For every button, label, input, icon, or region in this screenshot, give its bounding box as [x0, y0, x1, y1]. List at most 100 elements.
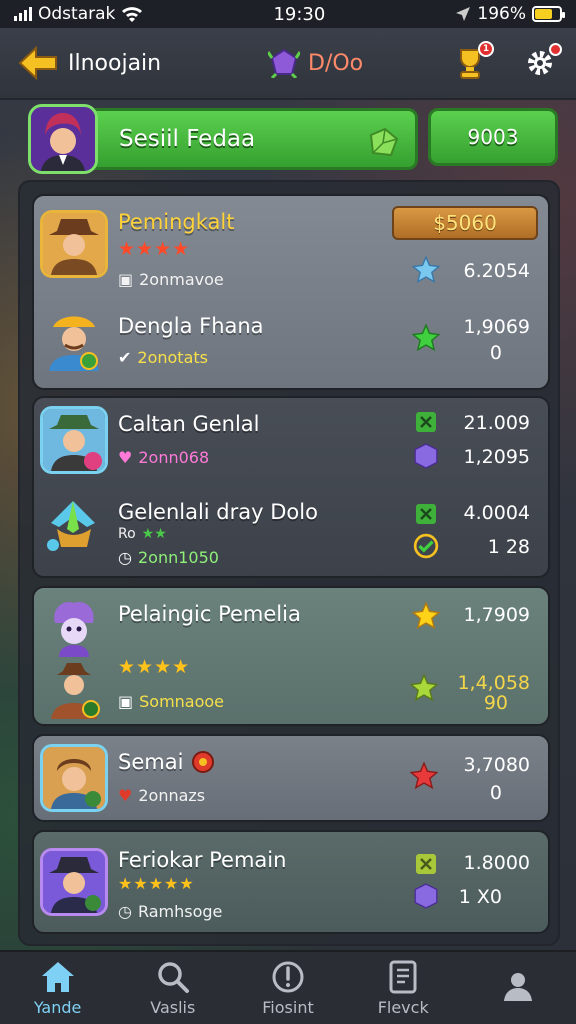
leaderboard-card: Semai ♥ 2onnazs 3,7080 0	[32, 734, 550, 822]
avatar	[40, 654, 108, 722]
header: Ilnoojain D/Oo 1	[0, 28, 576, 100]
leaderboard-card: Pelaingic Pemelia 1,7909 ★★★★ ▣ Somnaooe…	[32, 586, 550, 726]
green-square-icon	[412, 500, 440, 528]
nav-item-profile[interactable]	[461, 952, 576, 1024]
banner-bar: Sesiil Fedaa	[52, 108, 418, 170]
clock-icon: ◷	[118, 902, 132, 921]
profile-icon	[504, 973, 533, 1001]
settings-button[interactable]	[520, 43, 562, 83]
row-value: 1,7909	[463, 604, 530, 626]
nav-item-home[interactable]: Yande	[0, 952, 115, 1024]
currency-value: D/Oo	[308, 50, 364, 76]
card-icon: ▣	[118, 692, 134, 711]
avatar	[40, 490, 108, 558]
check-circle-icon	[412, 532, 440, 560]
notification-badge: 1	[478, 41, 494, 57]
notification-badge	[549, 43, 562, 56]
lime-star-icon	[410, 673, 438, 702]
carrier-label: Odstarak	[38, 4, 116, 24]
back-button[interactable]	[16, 43, 60, 83]
row-value-secondary: 1 X0	[458, 886, 502, 908]
list-item[interactable]: Semai ♥ 2onnazs 3,7080 0	[34, 736, 548, 824]
player-subtitle: ▣ Somnaooe	[118, 692, 225, 711]
green-gem-icon	[369, 127, 399, 157]
player-tag: Ro ★★	[118, 526, 167, 542]
purple-cube-icon	[412, 442, 440, 470]
nav-item-documents[interactable]: Flevck	[346, 952, 461, 1024]
row-value-secondary: 0	[489, 342, 502, 364]
player-name: Sesiil Fedaa	[119, 126, 256, 152]
player-subtitle: ♥ 2onnazs	[118, 786, 206, 805]
list-item[interactable]: Feriokar Pemain ★★★★★ ◷ Ramhsoge 1.8000 …	[34, 832, 548, 936]
avatar	[40, 848, 108, 916]
home-icon	[41, 961, 74, 992]
wifi-icon	[122, 7, 143, 22]
score-button[interactable]: 9003	[428, 108, 558, 166]
player-banner[interactable]: Sesiil Fedaa	[28, 104, 418, 174]
nav-item-search[interactable]: Vaslis	[115, 952, 230, 1024]
heart-icon: ♥	[118, 786, 133, 805]
star-rating: ★★★★	[118, 656, 191, 678]
player-subtitle: ◷ 2onn1050	[118, 548, 219, 567]
player-name: Caltan Genlal	[118, 412, 260, 436]
bottom-nav: Yande Vaslis Fiosint Flevck	[0, 950, 576, 1024]
heart-icon: ♥	[118, 448, 133, 467]
avatar	[40, 406, 108, 474]
check-icon: ✔	[118, 348, 132, 367]
battery-percent: 196%	[477, 4, 526, 24]
list-item[interactable]: Gelenlali dray Dolo Ro ★★ ◷ 2onn1050 4.0…	[34, 490, 548, 580]
trophy-button[interactable]: 1	[450, 41, 494, 83]
player-name: Gelenlali dray Dolo	[118, 500, 318, 524]
document-icon	[389, 960, 417, 993]
player-name: Semai	[118, 750, 215, 774]
list-item[interactable]: Pemingkalt ★★★★ ▣ 2onmavoe $5060 6.2054	[34, 196, 548, 289]
blue-star-icon	[412, 256, 440, 284]
row-value-secondary: 90	[483, 692, 508, 714]
player-name: Pemingkalt	[118, 210, 235, 234]
row-value: 4.0004	[463, 502, 530, 524]
leaderboard-card: Caltan Genlal ♥ 2onn068 21.009 1,2095 Ge…	[32, 396, 550, 578]
row-value-secondary: 1,2095	[463, 446, 530, 468]
gem-icon	[268, 48, 300, 78]
leaderboard-card: Pemingkalt ★★★★ ▣ 2onmavoe $5060 6.2054 …	[32, 194, 550, 390]
player-name: Pelaingic Pemelia	[118, 602, 301, 626]
clock-icon: ◷	[118, 548, 132, 567]
back-arrow-icon	[18, 46, 57, 80]
avatar	[40, 306, 108, 374]
green-square-icon	[412, 850, 440, 878]
player-name: Feriokar Pemain	[118, 848, 287, 872]
star-rating: ★★★★★	[118, 874, 195, 893]
green-square-icon	[412, 408, 440, 436]
red-star-icon	[410, 761, 438, 790]
star-icon: ★★	[141, 526, 167, 542]
red-badge-icon	[192, 751, 215, 773]
list-item[interactable]: ★★★★ ▣ Somnaooe 1,4,058 90	[34, 644, 548, 734]
purple-cube-icon	[412, 882, 440, 910]
list-item[interactable]: Dengla Fhana ✔ 2onotats 1,9069 0	[34, 300, 548, 390]
avatar	[40, 210, 108, 278]
row-value: 6.2054	[463, 260, 530, 282]
player-avatar	[28, 104, 98, 174]
list-item[interactable]: Caltan Genlal ♥ 2onn068 21.009 1,2095	[34, 398, 548, 488]
page-title: Ilnoojain	[68, 50, 162, 76]
star-rating: ★★★★	[118, 238, 191, 260]
alert-icon	[272, 961, 304, 992]
row-value: 1,9069	[463, 316, 530, 338]
avatar	[40, 744, 108, 812]
yellow-star-icon	[412, 601, 440, 630]
currency-display: D/Oo	[268, 48, 363, 78]
row-value-secondary: 1 28	[487, 536, 530, 558]
player-subtitle: ♥ 2onn068	[118, 448, 210, 467]
green-star-icon	[412, 323, 440, 352]
clock: 19:30	[273, 3, 326, 25]
leaderboard-card: Feriokar Pemain ★★★★★ ◷ Ramhsoge 1.8000 …	[32, 830, 550, 934]
player-name: Dengla Fhana	[118, 314, 264, 338]
leaderboard-panel: Pemingkalt ★★★★ ▣ 2onmavoe $5060 6.2054 …	[18, 180, 560, 946]
price-pill[interactable]: $5060	[392, 206, 538, 240]
signal-icon	[14, 7, 32, 21]
row-value-secondary: 0	[489, 782, 502, 804]
search-icon	[158, 961, 189, 993]
nav-item-alerts[interactable]: Fiosint	[230, 952, 345, 1024]
row-value: 3,7080	[463, 754, 530, 776]
player-subtitle: ◷ Ramhsoge	[118, 902, 223, 921]
